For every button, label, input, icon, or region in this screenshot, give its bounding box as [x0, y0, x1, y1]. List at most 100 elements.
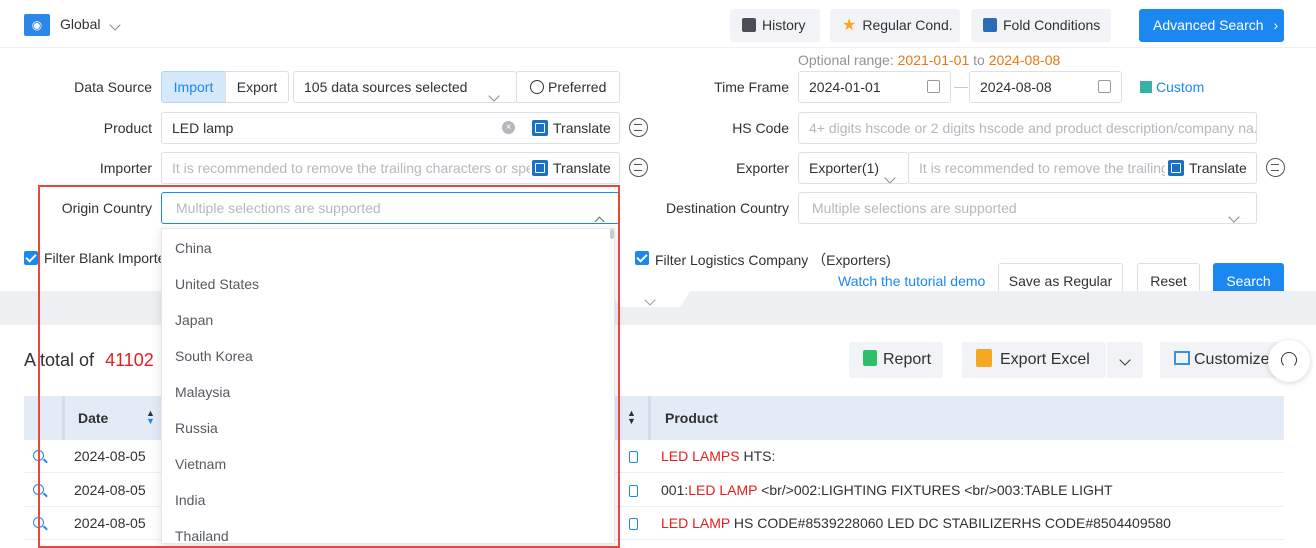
row-product: LED LAMP HS CODE#8539228060 LED DC STABI…: [661, 515, 1171, 531]
fold-conditions-button[interactable]: Fold Conditions: [971, 9, 1111, 42]
sort-icon[interactable]: ▲ ▼: [627, 409, 636, 426]
chevron-down-icon: [1119, 354, 1131, 366]
chevron-down-icon[interactable]: [109, 16, 121, 32]
time-frame-label: Time Frame: [714, 79, 789, 95]
regular-cond-button[interactable]: ★ Regular Cond.: [830, 9, 960, 42]
dropdown-scrollbar[interactable]: [610, 229, 614, 239]
column-divider: [62, 396, 65, 440]
data-sources-select[interactable]: 105 data sources selected: [293, 71, 517, 103]
columns-icon: [1174, 351, 1190, 365]
scope-label[interactable]: Global: [60, 16, 100, 32]
origin-country-select[interactable]: Multiple selections are supported: [161, 192, 620, 224]
condition-icon[interactable]: [1266, 158, 1285, 177]
origin-country-label: Origin Country: [61, 200, 152, 216]
import-toggle[interactable]: Import: [161, 71, 226, 103]
history-icon: [742, 18, 756, 32]
dropdown-option-thailand[interactable]: Thailand: [162, 518, 614, 543]
destination-country-select[interactable]: Multiple selections are supported: [798, 192, 1257, 224]
headset-icon: [1281, 352, 1297, 368]
tutorial-link[interactable]: Watch the tutorial demo: [838, 273, 985, 289]
chevron-down-icon: [488, 80, 500, 102]
translate-button[interactable]: Translate: [532, 153, 611, 183]
optional-range: Optional range: 2021-01-01 to 2024-08-08: [798, 52, 1061, 68]
calendar-icon: [927, 80, 940, 93]
column-product: Product: [665, 410, 718, 426]
custom-icon: [1140, 81, 1152, 93]
fold-icon: [983, 18, 997, 32]
chevron-down-icon: [1228, 201, 1240, 223]
dropdown-option-vietnam[interactable]: Vietnam: [162, 446, 614, 482]
chevron-down-icon[interactable]: [644, 291, 656, 307]
translate-icon: [532, 160, 548, 176]
total-count: A total of 41102: [24, 350, 154, 370]
dropdown-option-japan[interactable]: Japan: [162, 302, 614, 338]
advanced-search-button[interactable]: Advanced Search ›: [1139, 9, 1284, 42]
top-bar: ◉ Global History ★ Regular Cond. Fold Con…: [0, 0, 1316, 48]
product-label: Product: [103, 120, 152, 136]
filter-logistics-label: Filter Logistics Company （Exporters): [655, 252, 891, 268]
importer-input[interactable]: It is recommended to remove the trailing…: [161, 152, 620, 184]
check-circle-icon: [530, 80, 544, 94]
globe-icon[interactable]: ◉: [24, 14, 50, 36]
search-icon[interactable]: [33, 450, 44, 461]
custom-link[interactable]: Custom: [1140, 79, 1204, 95]
filter-blank-label: Filter Blank Importe: [44, 250, 166, 266]
row-product: 001:LED LAMP <br/>002:LIGHTING FIXTURES …: [661, 482, 1113, 498]
star-icon: ★: [842, 17, 857, 34]
date-separator: —: [954, 78, 968, 94]
filter-blank-checkbox[interactable]: [24, 251, 38, 265]
excel-icon: [976, 349, 992, 367]
exporter-label: Exporter: [736, 160, 789, 176]
translate-button[interactable]: Translate: [1168, 153, 1247, 183]
condition-icon[interactable]: [629, 118, 648, 137]
origin-country-dropdown: China United States Japan South Korea Ma…: [161, 228, 615, 544]
search-icon[interactable]: [33, 484, 44, 495]
sort-icon[interactable]: ▲ ▼: [146, 409, 155, 426]
translate-icon: [1168, 160, 1184, 176]
calendar-icon: [1098, 80, 1111, 93]
customize-button[interactable]: Customize: [1160, 342, 1280, 378]
dropdown-option-south-korea[interactable]: South Korea: [162, 338, 614, 374]
row-date: 2024-08-05: [74, 448, 146, 464]
dropdown-option-china[interactable]: China: [162, 230, 614, 266]
translate-icon: [532, 120, 548, 136]
row-product: LED LAMPS HTS:: [661, 448, 776, 464]
date-from-input[interactable]: 2024-01-01: [798, 71, 951, 103]
dropdown-option-russia[interactable]: Russia: [162, 410, 614, 446]
report-button[interactable]: Report: [849, 342, 943, 378]
exporter-input[interactable]: It is recommended to remove the trailing…: [908, 152, 1257, 184]
filter-logistics-checkbox[interactable]: [635, 251, 649, 265]
chevron-right-icon: ›: [1273, 17, 1279, 33]
chevron-down-icon: [884, 162, 896, 183]
preferred-button[interactable]: Preferred: [516, 71, 620, 103]
search-icon[interactable]: [33, 517, 44, 528]
product-input[interactable]: LED lamp × Translate: [161, 112, 620, 144]
report-icon: [863, 350, 877, 366]
hs-code-label: HS Code: [732, 120, 789, 136]
column-divider: [648, 396, 651, 440]
importer-label: Importer: [99, 160, 152, 176]
copy-icon[interactable]: [629, 451, 638, 463]
row-date: 2024-08-05: [74, 515, 146, 531]
dropdown-option-india[interactable]: India: [162, 482, 614, 518]
export-excel-button[interactable]: Export Excel: [962, 342, 1106, 378]
date-to-input[interactable]: 2024-08-08: [969, 71, 1122, 103]
chevron-up-icon: [594, 205, 605, 223]
clear-icon[interactable]: ×: [502, 121, 515, 134]
exporter-type-select[interactable]: Exporter(1): [798, 152, 909, 184]
history-button[interactable]: History: [730, 9, 820, 42]
export-toggle[interactable]: Export: [225, 71, 289, 103]
export-dropdown-button[interactable]: [1107, 342, 1143, 378]
dropdown-option-united-states[interactable]: United States: [162, 266, 614, 302]
data-source-label: Data Source: [74, 79, 152, 95]
copy-icon[interactable]: [629, 518, 638, 530]
copy-icon[interactable]: [629, 485, 638, 497]
translate-button[interactable]: Translate: [532, 113, 611, 143]
row-date: 2024-08-05: [74, 482, 146, 498]
hs-code-input[interactable]: 4+ digits hscode or 2 digits hscode and …: [798, 112, 1257, 144]
support-button[interactable]: [1268, 340, 1310, 382]
column-date[interactable]: Date: [78, 410, 108, 426]
destination-country-label: Destination Country: [666, 200, 789, 216]
dropdown-option-malaysia[interactable]: Malaysia: [162, 374, 614, 410]
condition-icon[interactable]: [629, 158, 648, 177]
